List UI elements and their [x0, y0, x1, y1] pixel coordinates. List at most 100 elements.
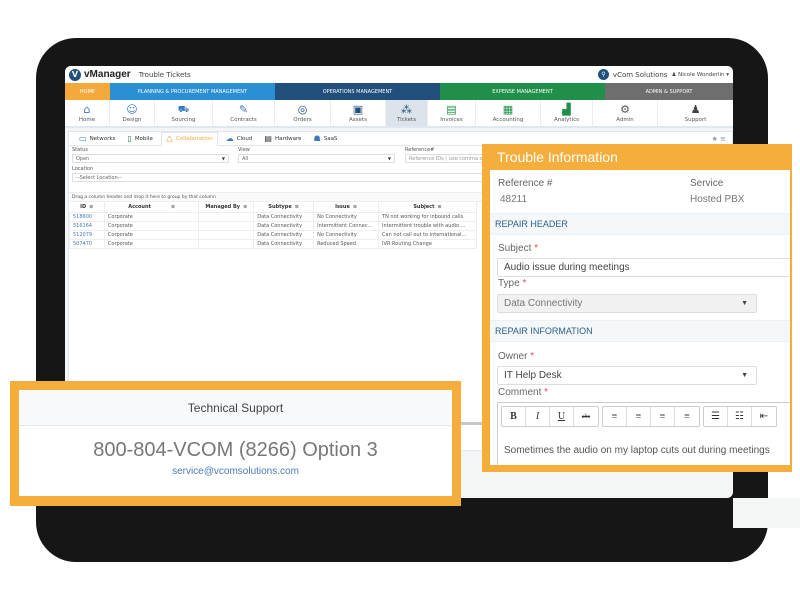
column-managed-by[interactable]: Managed By ⊙ — [198, 202, 255, 212]
filter-icon[interactable]: ⊙ — [438, 204, 442, 210]
subject-input[interactable]: Audio issue during meetings — [497, 258, 790, 277]
filter-icon[interactable]: ⊙ — [353, 204, 357, 210]
user-menu[interactable]: ♟ Nicole Wonderlin ▾ — [671, 72, 729, 78]
filter-icon[interactable]: ⊙ — [89, 204, 93, 210]
tab-cloud[interactable]: ☁ Cloud — [222, 132, 257, 146]
v-logo-icon[interactable]: V — [69, 68, 81, 81]
nav-tickets[interactable]: ⁂ Tickets — [386, 100, 428, 126]
cell-issue: Reduced Speed — [313, 238, 380, 249]
search-icon[interactable]: ⚲ — [597, 69, 609, 80]
column-label: Issue — [335, 203, 350, 210]
nav-orders[interactable]: ◎ Orders — [275, 100, 331, 126]
category-planning-procurement[interactable]: PLANNING & PROCUREMENT MANAGEMENT — [110, 83, 275, 100]
support-email-link[interactable]: service@vcomsolutions.com — [19, 466, 452, 477]
column-label: Account — [128, 203, 151, 210]
align-right-button[interactable]: ≡ — [651, 407, 675, 426]
nav-assets[interactable]: ▣ Assets — [331, 100, 386, 126]
caret-down-icon: ▾ — [726, 71, 729, 78]
justify-button[interactable]: ≡ — [675, 407, 699, 426]
owner-select[interactable]: IT Help Desk ▼ — [497, 366, 757, 385]
column-subject[interactable]: Subject ⊙ — [378, 202, 477, 212]
filter-icon[interactable]: ⊙ — [243, 204, 247, 210]
trouble-information-card: Trouble Information Reference # 48211 Se… — [482, 144, 792, 472]
filter-icon[interactable]: ⊙ — [295, 204, 299, 210]
location-select[interactable]: --Select Location-- — [72, 173, 492, 182]
nav-sourcing[interactable]: ⛟ Sourcing — [155, 100, 213, 126]
nav-support[interactable]: ♟ Support — [658, 100, 733, 126]
underline-button[interactable]: U — [550, 407, 574, 426]
column-subtype[interactable]: Subtype ⊙ — [253, 202, 315, 212]
status-value: Open — [76, 155, 90, 162]
table-row[interactable]: 518600 Corporate Data Connectivity No Co… — [69, 211, 477, 222]
support-title: Technical Support — [19, 390, 452, 426]
category-expense[interactable]: EXPENSE MANAGEMENT — [440, 83, 605, 100]
subject-value: Audio issue during meetings — [504, 262, 630, 273]
view-label: View — [238, 147, 250, 153]
reference-value: 48211 — [500, 194, 528, 205]
nav-contracts[interactable]: ✎ Contracts — [213, 100, 275, 126]
nav-label: Design — [122, 116, 142, 123]
bold-button[interactable]: B — [502, 407, 526, 426]
cell-id[interactable]: 507470 — [69, 238, 105, 249]
cell-account: Corporate — [103, 229, 200, 240]
align-center-button[interactable]: ≡ — [627, 407, 651, 426]
nav-accounting[interactable]: ▦ Accounting — [476, 100, 541, 126]
column-account[interactable]: Account ⊙ — [104, 202, 200, 212]
nav-analytics[interactable]: ▟ Analytics — [541, 100, 593, 126]
cell-id[interactable]: 516164 — [69, 220, 105, 231]
table-row[interactable]: 507470 Corporate Data Connectivity Reduc… — [69, 238, 477, 249]
comment-label: Comment * — [498, 387, 548, 398]
category-operations[interactable]: OPERATIONS MANAGEMENT — [275, 83, 440, 100]
company-name: vCom Solutions — [612, 70, 668, 79]
nav-label: Home — [78, 116, 96, 123]
nav-admin[interactable]: ⚙ Admin — [593, 100, 658, 126]
menu-icon[interactable]: ≡ — [720, 135, 726, 143]
design-head-icon: ☺ — [126, 102, 138, 116]
tab-mobile[interactable]: ▯ Mobile — [123, 132, 156, 146]
cell-issue: Intermittent Connec... — [313, 220, 380, 231]
numbered-list-button[interactable]: ☷ — [728, 407, 752, 426]
star-icon[interactable]: ★ — [712, 135, 718, 143]
tab-networks[interactable]: ▭ Networks — [75, 132, 119, 146]
status-select[interactable]: Open ▼ — [72, 154, 229, 163]
support-phone: 800-804-VCOM (8266) Option 3 — [93, 439, 378, 461]
outdent-button[interactable]: ⇤ — [752, 407, 776, 426]
brand-name[interactable]: vManager — [84, 69, 131, 80]
category-home[interactable]: HOME — [65, 83, 110, 100]
tab-collaboration[interactable]: ♺ Collaboration — [160, 131, 218, 146]
nav-label: Tickets — [396, 116, 417, 123]
category-admin-support[interactable]: ADMIN & SUPPORT — [605, 83, 733, 100]
label-text: Subject — [498, 243, 532, 254]
nav-label: Invoices — [440, 116, 463, 123]
required-mark: * — [530, 351, 535, 362]
tab-saas[interactable]: ☗ SaaS — [310, 132, 342, 146]
tab-label: SaaS — [323, 135, 338, 142]
italic-button[interactable]: I — [526, 407, 550, 426]
nav-label: Support — [684, 116, 707, 123]
trouble-body: Reference # 48211 Service Hosted PBX REP… — [490, 170, 790, 465]
table-row[interactable]: 512079 Corporate Data Connectivity No Co… — [69, 229, 477, 240]
align-left-button[interactable]: ≡ — [603, 407, 627, 426]
column-id[interactable]: ID ⊙ — [69, 202, 105, 212]
nav-home[interactable]: ⌂ Home — [65, 100, 110, 126]
nav-invoices[interactable]: ▤ Invoices — [428, 100, 476, 126]
strikethrough-button[interactable]: abc — [574, 407, 598, 426]
column-label: ID — [80, 203, 87, 210]
view-select[interactable]: All ▼ — [238, 154, 395, 163]
service-label: Service — [690, 178, 724, 189]
nav-design[interactable]: ☺ Design — [110, 100, 155, 126]
cell-id[interactable]: 518600 — [69, 211, 105, 222]
cell-id[interactable]: 512079 — [69, 229, 105, 240]
filter-icon[interactable]: ⊙ — [171, 204, 175, 210]
column-issue[interactable]: Issue ⊙ — [313, 202, 380, 212]
bullet-list-button[interactable]: ☰ — [704, 407, 728, 426]
module-nav: ⌂ Home ☺ Design ⛟ Sourcing ✎ Contracts ◎ Orde… — [65, 100, 733, 128]
list-group: ☰ ☷ ⇤ — [703, 406, 777, 427]
type-select[interactable]: Data Connectivity ▼ — [497, 294, 757, 313]
tab-hardware[interactable]: ▤ Hardware — [260, 132, 305, 146]
table-row[interactable]: 516164 Corporate Data Connectivity Inter… — [69, 220, 477, 231]
nav-label: Accounting — [492, 116, 524, 123]
cell-account: Corporate — [103, 220, 200, 231]
label-text: Owner — [498, 351, 528, 362]
comment-text[interactable]: Sometimes the audio on my laptop cuts ou… — [504, 445, 770, 456]
